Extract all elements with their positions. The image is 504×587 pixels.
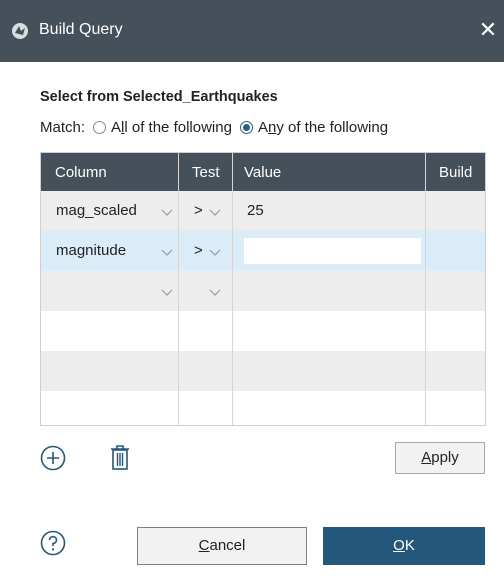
header-column[interactable]: Column — [55, 164, 107, 181]
query-grid: Column Test Value Build mag_scaled > 25 … — [40, 152, 486, 426]
column-divider — [425, 153, 426, 425]
apply-button[interactable]: Apply — [395, 442, 485, 474]
table-row[interactable]: mag_scaled > 25 — [41, 191, 485, 231]
table-row[interactable] — [41, 391, 485, 425]
match-any-radio[interactable] — [239, 121, 253, 134]
value-input[interactable] — [244, 238, 421, 264]
close-button[interactable]: ✕ — [478, 18, 498, 42]
column-divider — [178, 153, 179, 425]
column-cell[interactable]: magnitude — [56, 242, 126, 259]
help-icon[interactable] — [40, 530, 66, 556]
column-divider — [232, 153, 233, 425]
trash-icon[interactable] — [108, 443, 132, 471]
chevron-down-icon[interactable] — [161, 246, 173, 258]
table-row[interactable]: magnitude > — [41, 231, 485, 271]
header-value[interactable]: Value — [244, 164, 281, 181]
header-test[interactable]: Test — [192, 164, 220, 181]
dialog-heading: Select from Selected_Earthquakes — [40, 89, 278, 105]
chevron-down-icon[interactable] — [209, 246, 221, 258]
match-label: Match: — [40, 119, 86, 136]
header-build[interactable]: Build — [439, 164, 472, 181]
chevron-down-icon[interactable] — [209, 286, 221, 298]
table-row[interactable] — [41, 271, 485, 311]
chevron-down-icon[interactable] — [161, 206, 173, 218]
match-all-radio[interactable] — [93, 121, 107, 134]
match-any-label[interactable]: Any of the following — [258, 119, 388, 136]
cancel-button[interactable]: Cancel — [137, 527, 307, 565]
chevron-down-icon[interactable] — [209, 206, 221, 218]
add-row-icon[interactable] — [40, 445, 66, 471]
window-title: Build Query — [39, 21, 123, 38]
column-cell[interactable]: mag_scaled — [56, 202, 137, 219]
title-bar: Build Query ✕ — [0, 0, 504, 62]
test-cell[interactable]: > — [194, 242, 203, 259]
table-row[interactable] — [41, 351, 485, 391]
close-icon: ✕ — [478, 17, 498, 42]
grid-header: Column Test Value Build — [41, 153, 485, 191]
table-row[interactable] — [41, 311, 485, 351]
chevron-down-icon[interactable] — [161, 286, 173, 298]
test-cell[interactable]: > — [194, 202, 203, 219]
app-logo-icon — [12, 23, 28, 39]
match-row: Match: All of the following Any of the f… — [40, 119, 388, 136]
value-cell[interactable]: 25 — [247, 202, 264, 219]
match-all-label[interactable]: All of the following — [111, 119, 232, 136]
ok-button[interactable]: OK — [323, 527, 485, 565]
